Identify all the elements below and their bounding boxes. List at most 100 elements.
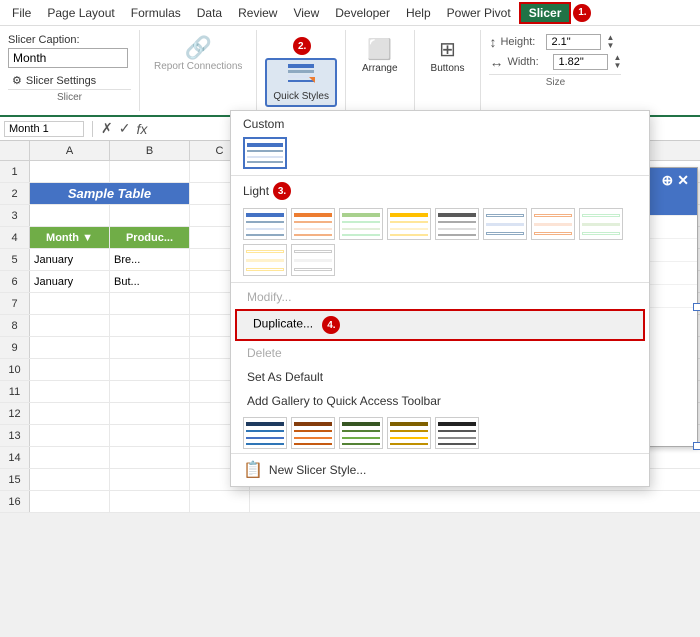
row-num-5: 5	[0, 249, 30, 270]
cell-a8[interactable]	[30, 315, 110, 336]
cell-a5[interactable]: January	[30, 249, 110, 270]
cell-b10[interactable]	[110, 359, 190, 380]
height-input[interactable]	[546, 34, 601, 50]
custom-style-item-1[interactable]	[243, 137, 287, 169]
name-box[interactable]	[4, 121, 84, 137]
cell-b13[interactable]	[110, 425, 190, 446]
slicer-multiselect-icon[interactable]: ⊕	[662, 172, 674, 189]
slicer-caption-input[interactable]	[8, 48, 128, 68]
light-style-5[interactable]	[435, 208, 479, 240]
custom-styles-grid	[231, 133, 649, 173]
menu-page-layout[interactable]: Page Layout	[39, 4, 122, 22]
insert-function-icon[interactable]: fx	[136, 121, 147, 137]
cell-b12[interactable]	[110, 403, 190, 424]
slicer-group-label: Slicer	[8, 89, 131, 103]
cell-b15[interactable]	[110, 469, 190, 490]
cell-a10[interactable]	[30, 359, 110, 380]
dark-style-1[interactable]	[243, 417, 287, 449]
new-slicer-style-button[interactable]: 📋 New Slicer Style...	[231, 453, 649, 486]
row-num-1: 1	[0, 161, 30, 182]
menu-developer[interactable]: Developer	[327, 4, 398, 22]
cell-b1[interactable]	[110, 161, 190, 182]
cell-a16[interactable]	[30, 491, 110, 512]
dark-style-3[interactable]	[339, 417, 383, 449]
settings-icon: ⚙	[12, 74, 22, 87]
width-input[interactable]	[553, 54, 608, 70]
slicer-icons-group: ⊕ ✕	[662, 172, 689, 189]
resize-handle-br[interactable]	[693, 442, 700, 450]
light-style-3[interactable]	[339, 208, 383, 240]
add-gallery-menu-item[interactable]: Add Gallery to Quick Access Toolbar	[231, 389, 649, 413]
light-style-9[interactable]	[243, 244, 287, 276]
height-label: Height:	[500, 36, 542, 48]
buttons-icon: ⊞	[439, 37, 456, 62]
dark-style-5[interactable]	[435, 417, 479, 449]
dark-styles-grid	[231, 413, 649, 453]
cell-b11[interactable]	[110, 381, 190, 402]
height-down-button[interactable]: ▼	[606, 42, 614, 50]
cell-a4-month[interactable]: Month ▼	[30, 227, 110, 248]
slicer-settings-button[interactable]: ⚙ Slicer Settings	[8, 72, 131, 89]
menu-help[interactable]: Help	[398, 4, 439, 22]
cell-a1[interactable]	[30, 161, 110, 182]
cell-b6[interactable]: But...	[110, 271, 190, 292]
report-connections-button[interactable]: 🔗 Report Connections	[148, 34, 248, 75]
step2-badge: 2.	[293, 37, 311, 55]
set-default-menu-item[interactable]: Set As Default	[231, 365, 649, 389]
menu-data[interactable]: Data	[189, 4, 230, 22]
cell-c16[interactable]	[190, 491, 250, 512]
dark-style-2[interactable]	[291, 417, 335, 449]
cell-b16[interactable]	[110, 491, 190, 512]
cell-a14[interactable]	[30, 447, 110, 468]
duplicate-menu-item[interactable]: Duplicate... 4.	[235, 309, 645, 341]
confirm-icon[interactable]: ✓	[119, 120, 131, 137]
menu-slicer[interactable]: Slicer	[519, 2, 572, 24]
step4-badge: 4.	[322, 316, 340, 334]
row-num-3: 3	[0, 205, 30, 226]
dark-style-4[interactable]	[387, 417, 431, 449]
cell-b7[interactable]	[110, 293, 190, 314]
cell-a7[interactable]	[30, 293, 110, 314]
cell-a13[interactable]	[30, 425, 110, 446]
light-style-8[interactable]	[579, 208, 623, 240]
cell-a9[interactable]	[30, 337, 110, 358]
cell-b5[interactable]: Bre...	[110, 249, 190, 270]
cell-a3[interactable]	[30, 205, 110, 226]
resize-handle-r[interactable]	[693, 303, 700, 311]
buttons-button[interactable]: ⊞ Buttons	[423, 34, 473, 77]
cell-b3[interactable]	[110, 205, 190, 226]
cell-b9[interactable]	[110, 337, 190, 358]
cell-a6[interactable]: January	[30, 271, 110, 292]
cell-a2-merged[interactable]: Sample Table	[30, 183, 190, 204]
ribbon: Slicer Caption: ⚙ Slicer Settings Slicer…	[0, 26, 700, 117]
row-num-16: 16	[0, 491, 30, 512]
light-style-1[interactable]	[243, 208, 287, 240]
arrange-button[interactable]: ⬜ Arrange	[354, 34, 406, 77]
step1-badge: 1.	[573, 4, 591, 22]
quick-styles-button[interactable]: Quick Styles	[265, 58, 337, 107]
cell-b8[interactable]	[110, 315, 190, 336]
cell-a11[interactable]	[30, 381, 110, 402]
cancel-icon[interactable]: ✗	[101, 120, 113, 137]
divider-2	[231, 282, 649, 283]
width-icon: ↔	[489, 54, 503, 70]
row-num-8: 8	[0, 315, 30, 336]
cell-a15[interactable]	[30, 469, 110, 490]
slicer-clear-filter-icon[interactable]: ✕	[677, 172, 689, 189]
light-style-7[interactable]	[531, 208, 575, 240]
menu-formulas[interactable]: Formulas	[123, 4, 189, 22]
light-style-6[interactable]	[483, 208, 527, 240]
light-style-2[interactable]	[291, 208, 335, 240]
menu-view[interactable]: View	[285, 4, 327, 22]
arrange-label: Arrange	[362, 63, 398, 74]
cell-a12[interactable]	[30, 403, 110, 424]
menu-file[interactable]: File	[4, 4, 39, 22]
menu-review[interactable]: Review	[230, 4, 285, 22]
cell-b4-product[interactable]: Produc...	[110, 227, 190, 248]
cell-b14[interactable]	[110, 447, 190, 468]
width-down-button[interactable]: ▼	[613, 62, 621, 70]
light-style-4[interactable]	[387, 208, 431, 240]
width-label: Width:	[507, 56, 549, 68]
menu-power-pivot[interactable]: Power Pivot	[439, 4, 519, 22]
light-style-10[interactable]	[291, 244, 335, 276]
